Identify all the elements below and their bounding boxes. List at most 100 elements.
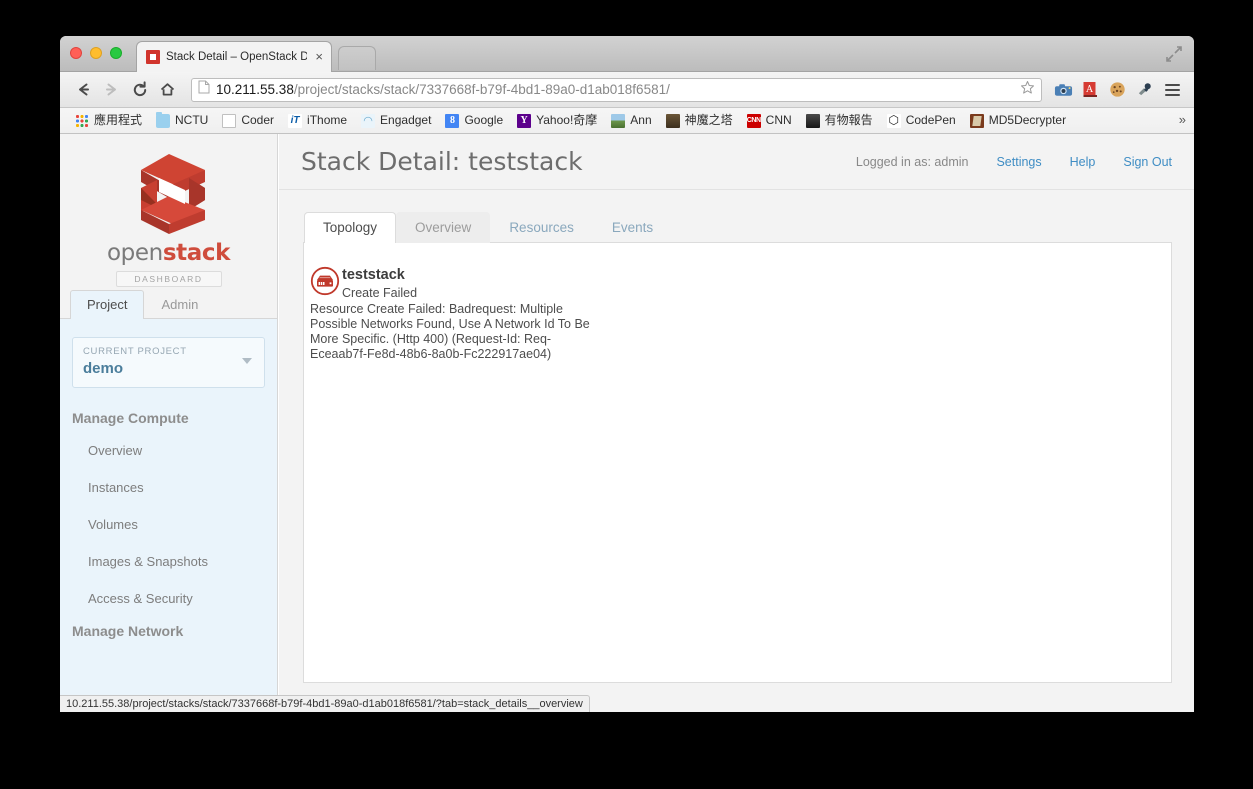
- eyedropper-extension-icon[interactable]: [1131, 78, 1157, 102]
- address-bar-url: 10.211.55.38/project/stacks/stack/733766…: [216, 82, 1014, 97]
- current-project-value: demo: [83, 360, 124, 377]
- sidebar-item-volumes[interactable]: Volumes: [60, 506, 277, 543]
- sidebar-item-access-security[interactable]: Access & Security: [60, 580, 277, 617]
- browser-tab-strip: Stack Detail – OpenStack D ×: [60, 36, 1194, 72]
- bookmark-item[interactable]: ◠ Engadget: [354, 111, 438, 130]
- brand-subtitle: DASHBOARD: [115, 271, 222, 287]
- codepen-icon: ⬡: [886, 112, 901, 128]
- bookmarks-bar: 應用程式 NCTU Coder iT iThome ◠ Engadget 8 Google Y Ya…: [60, 108, 1194, 134]
- content-body: Topology Overview Resources Events tests…: [279, 190, 1194, 683]
- browser-toolbar: 10.211.55.38/project/stacks/stack/733766…: [60, 72, 1194, 108]
- new-tab-button[interactable]: [338, 46, 376, 70]
- rss-icon: ◠: [361, 113, 376, 128]
- nav-group-manage-compute: Manage Compute: [72, 410, 189, 426]
- stack-detail-tabs: Topology Overview Resources Events: [303, 212, 1172, 243]
- current-project-label: CURRENT PROJECT: [83, 346, 187, 357]
- cookie-extension-icon[interactable]: [1104, 78, 1130, 102]
- openstack-favicon: [146, 50, 160, 64]
- nav-group-manage-network: Manage Network: [72, 623, 184, 639]
- bookmark-label: MD5Decrypter: [988, 113, 1067, 127]
- ithome-icon: iT: [288, 113, 303, 128]
- bookmark-star-icon[interactable]: [1020, 80, 1035, 100]
- brand-stack: stack: [162, 240, 231, 266]
- topology-canvas[interactable]: teststack Create Failed Resource Create …: [303, 243, 1172, 683]
- tab-events[interactable]: Events: [593, 212, 672, 243]
- fullscreen-icon[interactable]: [1164, 44, 1184, 64]
- brand-wordmark: openstack: [60, 240, 277, 266]
- brand-block: openstack DASHBOARD: [60, 134, 277, 289]
- bookmark-label: CodePen: [905, 113, 956, 127]
- close-icon[interactable]: ×: [313, 50, 325, 63]
- browser-tab[interactable]: Stack Detail – OpenStack D ×: [136, 41, 332, 72]
- logged-in-label: Logged in as: admin: [855, 154, 969, 169]
- bookmark-item[interactable]: Y Yahoo!奇摩: [510, 111, 604, 130]
- bookmark-item[interactable]: 應用程式: [68, 111, 149, 130]
- cnn-icon: CNN: [746, 113, 761, 128]
- stack-info-box: teststack Create Failed Resource Create …: [310, 265, 610, 362]
- bookmarks-overflow-icon[interactable]: »: [1179, 112, 1186, 127]
- bookmark-item[interactable]: 神魔之塔: [659, 111, 740, 130]
- google-icon: 8: [445, 113, 460, 128]
- back-icon[interactable]: [70, 77, 97, 103]
- apps-icon: [75, 113, 89, 128]
- dark-icon: [805, 113, 820, 128]
- stack-node-icon: [310, 266, 340, 296]
- sidebar-tab-project[interactable]: Project: [70, 290, 145, 319]
- bookmark-label: Engadget: [380, 113, 432, 127]
- sidebar-item-overview[interactable]: Overview: [60, 432, 277, 469]
- openstack-dashboard-page: openstack DASHBOARD Project Admin CURREN…: [60, 134, 1194, 712]
- sidebar-item-instances[interactable]: Instances: [60, 469, 277, 506]
- bookmark-label: Yahoo!奇摩: [536, 113, 598, 127]
- bookmark-item[interactable]: 8 Google: [438, 111, 510, 130]
- sidebar-tab-admin[interactable]: Admin: [144, 290, 215, 319]
- bookmark-item[interactable]: 有物報告: [799, 111, 880, 130]
- window-controls: [70, 47, 122, 59]
- bookmark-item[interactable]: CNN CNN: [740, 111, 799, 130]
- bookmark-item[interactable]: MD5Decrypter: [963, 111, 1073, 130]
- settings-link[interactable]: Settings: [996, 155, 1041, 169]
- main-content: Stack Detail: teststack Logged in as: ad…: [279, 134, 1194, 712]
- chevron-down-icon[interactable]: [242, 358, 252, 364]
- bookmark-label: 應用程式: [94, 113, 143, 127]
- folder-icon: [156, 111, 171, 128]
- bookmark-item[interactable]: iT iThome: [281, 111, 354, 130]
- camera-extension-icon[interactable]: [1050, 78, 1076, 102]
- bookmark-label: iThome: [307, 113, 348, 127]
- browser-window: Stack Detail – OpenStack D × 10.211.55.3…: [60, 36, 1194, 712]
- tab-overview[interactable]: Overview: [396, 212, 491, 243]
- tab-topology[interactable]: Topology: [304, 212, 397, 243]
- sidebar-nav: CURRENT PROJECT demo Manage Compute Overv…: [60, 319, 277, 712]
- content-header: Stack Detail: teststack Logged in as: ad…: [279, 134, 1194, 190]
- url-path: /project/stacks/stack/7337668f-b79f-4bd1…: [293, 82, 670, 97]
- home-icon[interactable]: [154, 77, 181, 103]
- bookmark-label: Coder: [241, 113, 275, 127]
- page-icon: [222, 113, 237, 128]
- minimize-window-button[interactable]: [90, 47, 102, 59]
- user-bar: Logged in as: admin Settings Help Sign O…: [856, 155, 1172, 169]
- bookmark-label: 有物報告: [824, 113, 873, 127]
- bookmark-label: CNN: [765, 113, 792, 127]
- address-bar[interactable]: 10.211.55.38/project/stacks/stack/733766…: [191, 77, 1042, 102]
- bookmark-item[interactable]: NCTU: [149, 111, 215, 130]
- yahoo-icon: Y: [517, 113, 532, 128]
- openstack-logo-icon: [140, 154, 205, 234]
- help-link[interactable]: Help: [1070, 155, 1096, 169]
- bookmark-item[interactable]: ⬡ CodePen: [880, 111, 963, 130]
- browser-tab-title: Stack Detail – OpenStack D: [166, 51, 308, 63]
- tab-resources[interactable]: Resources: [490, 212, 593, 243]
- forward-icon[interactable]: [98, 77, 125, 103]
- current-project-selector[interactable]: CURRENT PROJECT demo: [72, 337, 265, 388]
- dictionary-extension-icon[interactable]: A: [1077, 78, 1103, 102]
- maximize-window-button[interactable]: [110, 47, 122, 59]
- bookmark-label: NCTU: [175, 113, 209, 127]
- bookmark-item[interactable]: Ann: [604, 111, 658, 130]
- bookmark-item[interactable]: Coder: [215, 111, 281, 130]
- sign-out-link[interactable]: Sign Out: [1123, 155, 1172, 169]
- reload-icon[interactable]: [126, 77, 153, 103]
- svg-text:A: A: [1085, 85, 1093, 95]
- bookmark-label: 神魔之塔: [684, 113, 733, 127]
- browser-menu-icon[interactable]: [1160, 83, 1184, 96]
- sidebar-item-images-snapshots[interactable]: Images & Snapshots: [60, 543, 277, 580]
- close-window-button[interactable]: [70, 47, 82, 59]
- brand-open: open: [107, 240, 163, 266]
